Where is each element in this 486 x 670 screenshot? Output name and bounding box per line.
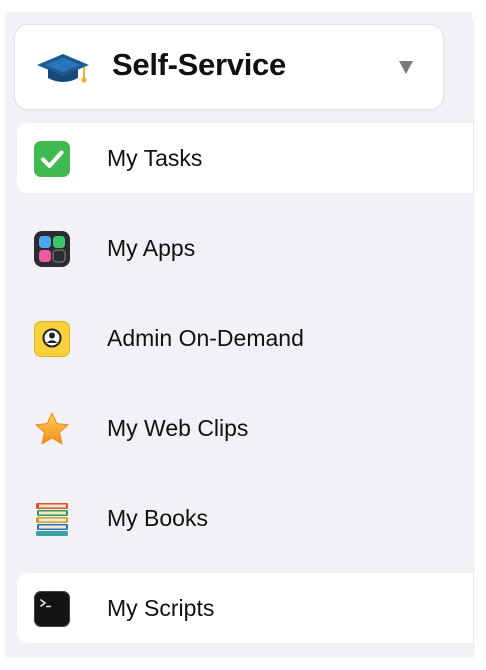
star-icon [35,412,69,445]
app-switcher[interactable]: Self-Service [14,24,444,110]
content-pane-edge [473,14,486,658]
nav-item-label: My Tasks [107,145,203,171]
nav-item-my-apps[interactable]: My Apps [17,213,473,283]
app-grid-icon [34,231,70,267]
nav-item-my-scripts[interactable]: My Scripts [17,573,473,643]
nav-item-label: Admin On-Demand [107,325,304,351]
checkmark-icon [34,141,70,177]
books-icon [36,503,68,536]
nav-item-label: My Books [107,505,208,531]
triangle-down-icon[interactable] [399,61,413,74]
nav-item-admin-on-demand[interactable]: Admin On-Demand [17,303,473,373]
nav-item-label: My Apps [107,235,196,261]
nav-item-my-web-clips[interactable]: My Web Clips [17,393,473,463]
app-title: Self-Service [112,47,286,82]
graduation-cap-icon [37,54,89,83]
nav-item-my-tasks[interactable]: My Tasks [17,123,473,193]
terminal-icon [34,591,70,627]
nav-item-label: My Scripts [107,595,215,621]
nav-item-label: My Web Clips [107,415,249,441]
nav-item-my-books[interactable]: My Books [17,483,473,553]
admin-person-icon [34,321,70,357]
